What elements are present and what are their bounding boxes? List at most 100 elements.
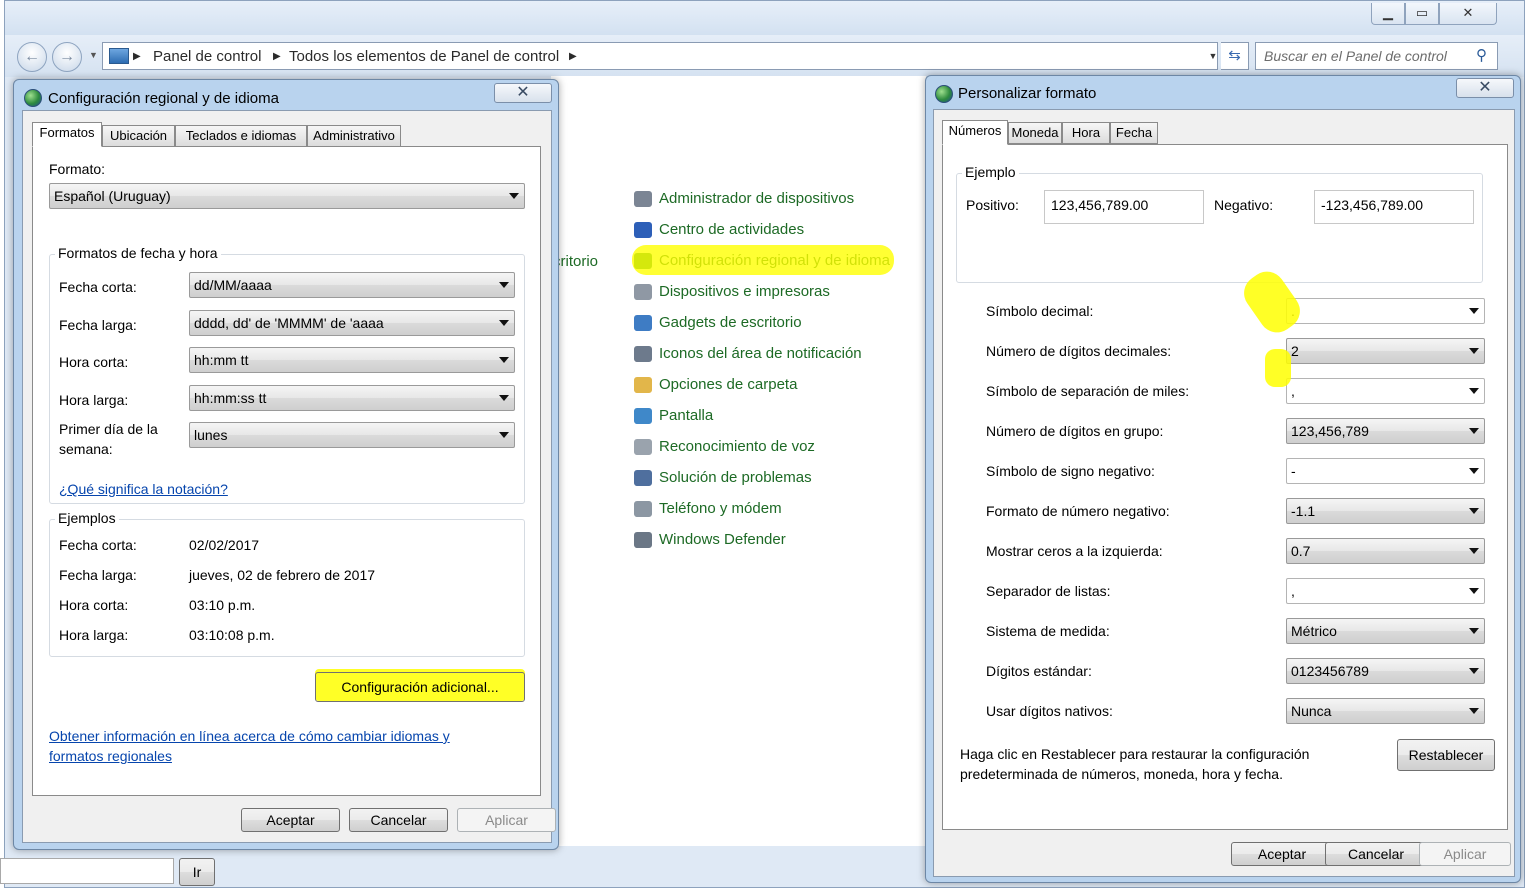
info-link-2[interactable]: formatos regionales	[49, 748, 172, 764]
setting-value: -	[1291, 463, 1296, 479]
format-select[interactable]: Español (Uruguay)	[49, 183, 525, 209]
setting-select[interactable]: 123,456,789	[1286, 418, 1485, 444]
setting-select[interactable]: .	[1286, 298, 1485, 324]
cp-item-label: Centro de actividades	[659, 221, 805, 238]
setting-select[interactable]: 2	[1286, 338, 1485, 364]
first-day-value: lunes	[194, 427, 228, 443]
ok-button[interactable]: Aceptar	[241, 808, 340, 832]
tab-ubicacion[interactable]: Ubicación	[102, 125, 175, 147]
history-dropdown-icon[interactable]: ▼	[89, 50, 98, 60]
first-day-label: Primer día de la	[59, 421, 158, 437]
cp-item-label: Teléfono y módem	[659, 500, 782, 517]
short-time-label: Hora corta:	[59, 354, 129, 370]
defender-icon	[634, 532, 652, 548]
example-label: Fecha corta:	[59, 537, 137, 553]
tab-administrativo[interactable]: Administrativo	[307, 125, 401, 147]
minimize-icon[interactable]: ▁	[1371, 3, 1405, 25]
short-date-select[interactable]: dd/MM/aaaa	[189, 272, 515, 298]
refresh-icon[interactable]: ⇆	[1221, 42, 1249, 70]
examples-group: Ejemplos Fecha corta: 02/02/2017 Fecha l…	[49, 510, 525, 657]
setting-select[interactable]: -	[1286, 458, 1485, 484]
datetime-group: Formatos de fecha y hora Fecha corta: dd…	[49, 245, 525, 504]
example-label: Hora larga:	[59, 627, 129, 643]
setting-label: Símbolo decimal:	[986, 303, 1094, 319]
cancel-button[interactable]: Cancelar	[349, 808, 448, 832]
close-icon[interactable]: ✕	[494, 83, 552, 103]
chevron-down-icon	[1469, 508, 1479, 514]
close-icon[interactable]: ✕	[1439, 3, 1497, 25]
setting-select[interactable]: Métrico	[1286, 618, 1485, 644]
breadcrumb-panel[interactable]: Panel de control	[153, 48, 261, 65]
tab-teclados[interactable]: Teclados e idiomas	[175, 125, 307, 147]
reset-button[interactable]: Restablecer	[1397, 739, 1495, 771]
chevron-down-icon	[1469, 428, 1479, 434]
microphone-icon	[634, 439, 652, 455]
setting-label: Símbolo de signo negativo:	[986, 463, 1155, 479]
bottom-text-input[interactable]	[0, 858, 174, 884]
setting-label: Formato de número negativo:	[986, 503, 1170, 519]
first-day-label-2: semana:	[59, 441, 113, 457]
setting-select[interactable]: ,	[1286, 378, 1485, 404]
long-date-value: dddd, dd' de 'MMMM' de 'aaaa	[194, 315, 384, 331]
chevron-down-icon	[1469, 548, 1479, 554]
search-placeholder: Buscar en el Panel de control	[1264, 48, 1447, 64]
example-value: 02/02/2017	[189, 537, 260, 553]
setting-value: 0123456789	[1291, 663, 1369, 679]
search-icon[interactable]: ⚲	[1476, 46, 1487, 64]
chevron-down-icon	[499, 357, 509, 363]
close-icon[interactable]: ✕	[1456, 78, 1514, 98]
setting-value: 123,456,789	[1291, 423, 1369, 439]
address-dropdown-icon[interactable]: ▼	[1205, 42, 1221, 70]
highlight-mark	[1265, 349, 1291, 387]
address-bar[interactable]: ▶ Panel de control ▶ Todos los elementos…	[102, 42, 1218, 70]
setting-select[interactable]: 0.7	[1286, 538, 1485, 564]
setting-select[interactable]: 0123456789	[1286, 658, 1485, 684]
tab-moneda[interactable]: Moneda	[1008, 122, 1062, 144]
setting-select[interactable]: ,	[1286, 578, 1485, 604]
maximize-icon[interactable]: ▭	[1405, 3, 1439, 25]
setting-label: Símbolo de separación de miles:	[986, 383, 1190, 399]
highlight-mark	[632, 245, 894, 275]
display-icon	[634, 408, 652, 424]
ok-button[interactable]: Aceptar	[1231, 842, 1333, 866]
long-date-select[interactable]: dddd, dd' de 'MMMM' de 'aaaa	[189, 310, 515, 336]
back-arrow-icon[interactable]: ←	[17, 42, 47, 72]
apply-button[interactable]: Aplicar	[1419, 842, 1511, 866]
chevron-down-icon	[1469, 588, 1479, 594]
go-button[interactable]: Ir	[179, 858, 215, 886]
breadcrumb-all-items[interactable]: Todos los elementos de Panel de control	[289, 48, 559, 65]
info-link[interactable]: Obtener información en línea acerca de c…	[49, 728, 450, 744]
tab-numeros[interactable]: Números	[942, 120, 1008, 145]
tab-hora[interactable]: Hora	[1062, 122, 1110, 144]
first-day-select[interactable]: lunes	[189, 422, 515, 448]
short-date-label: Fecha corta:	[59, 279, 137, 295]
tab-formatos[interactable]: Formatos	[32, 122, 102, 147]
numbers-panel: Ejemplo Positivo: 123,456,789.00 Negativ…	[942, 144, 1508, 830]
additional-settings-button[interactable]: Configuración adicional...	[315, 672, 525, 702]
setting-label: Mostrar ceros a la izquierda:	[986, 543, 1163, 559]
apply-button[interactable]: Aplicar	[457, 808, 556, 832]
example-group-title: Ejemplo	[962, 164, 1019, 180]
setting-select[interactable]: -1.1	[1286, 498, 1485, 524]
setting-label: Separador de listas:	[986, 583, 1111, 599]
notation-help-link[interactable]: ¿Qué significa la notación?	[59, 481, 228, 497]
breadcrumb-separator-icon: ▶	[273, 51, 281, 62]
long-date-label: Fecha larga:	[59, 317, 137, 333]
forward-arrow-icon[interactable]: →	[52, 42, 82, 72]
partial-item-text: critorio	[553, 253, 599, 270]
tab-fecha[interactable]: Fecha	[1110, 122, 1158, 144]
setting-label: Número de dígitos en grupo:	[986, 423, 1164, 439]
setting-select[interactable]: Nunca	[1286, 698, 1485, 724]
negative-value: -123,456,789.00	[1321, 197, 1423, 213]
positive-label: Positivo:	[966, 197, 1019, 213]
setting-value: 2	[1291, 343, 1299, 359]
long-time-select[interactable]: hh:mm:ss tt	[189, 385, 515, 411]
search-input[interactable]: Buscar en el Panel de control ⚲	[1255, 42, 1498, 70]
cancel-button[interactable]: Cancelar	[1325, 842, 1427, 866]
setting-value: -1.1	[1291, 503, 1316, 519]
negative-label: Negativo:	[1214, 197, 1274, 213]
example-label: Fecha larga:	[59, 567, 137, 583]
short-time-select[interactable]: hh:mm tt	[189, 347, 515, 373]
cp-item-label: Pantalla	[659, 407, 714, 424]
notification-area-icon	[634, 346, 652, 362]
